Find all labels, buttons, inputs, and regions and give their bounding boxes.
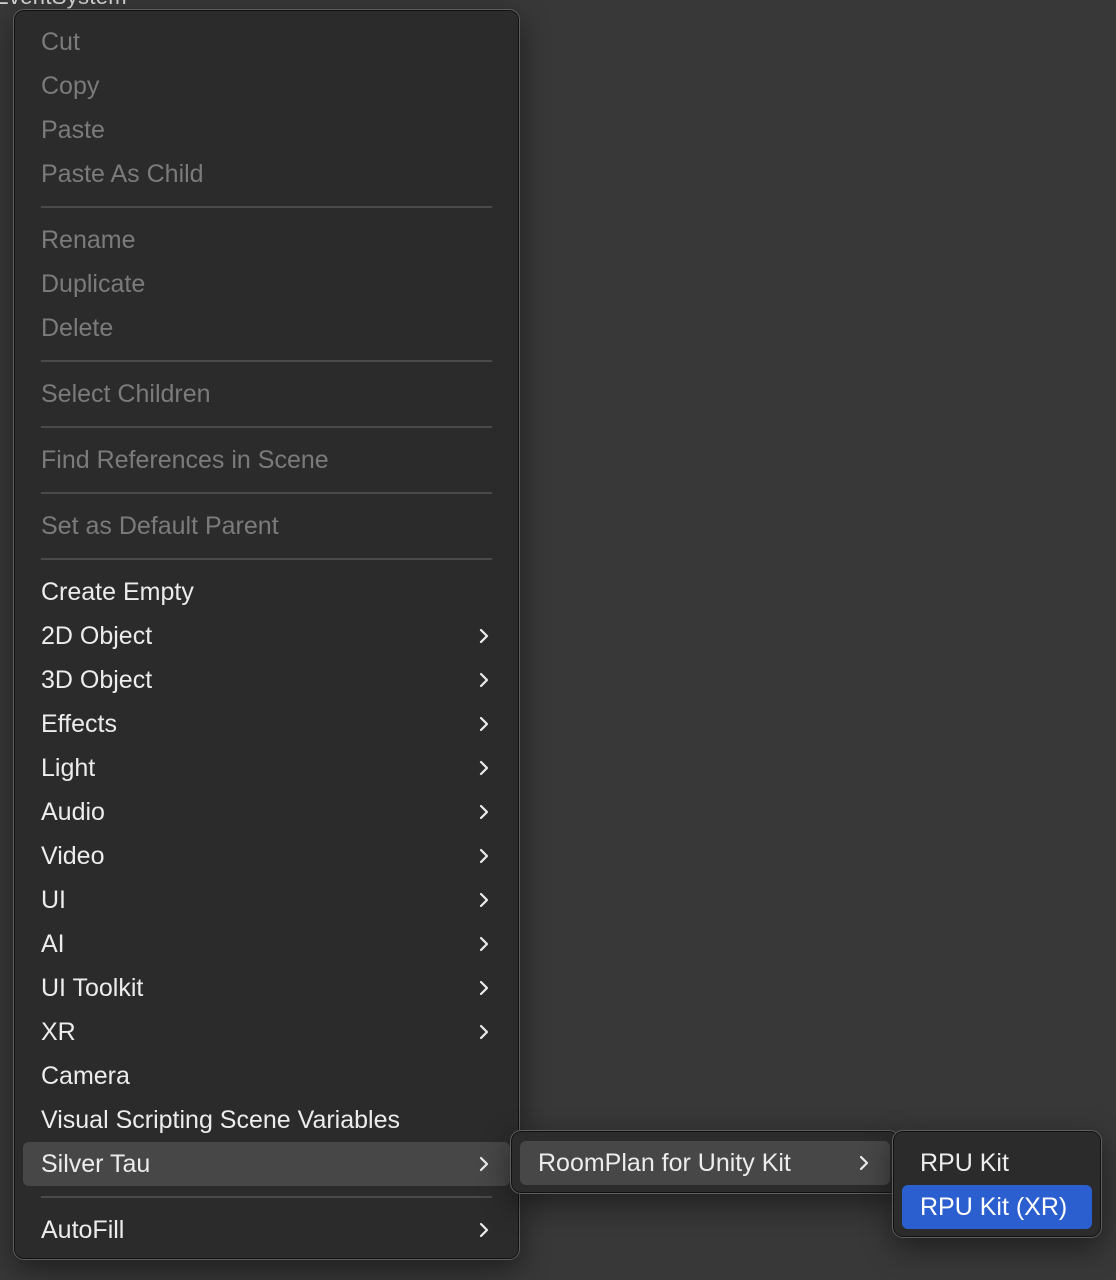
- menu-item-autofill[interactable]: AutoFill: [23, 1208, 510, 1252]
- menu-item-label: Create Empty: [41, 578, 194, 606]
- menu-item-audio[interactable]: Audio: [23, 790, 510, 834]
- menu-item-label: Visual Scripting Scene Variables: [41, 1106, 400, 1134]
- menu-item-ui-toolkit[interactable]: UI Toolkit: [23, 966, 510, 1010]
- menu-item-label: 2D Object: [41, 622, 153, 650]
- menu-item-label: Copy: [41, 72, 100, 100]
- menu-item-label: Cut: [41, 28, 80, 56]
- menu-item-2d-object[interactable]: 2D Object: [23, 614, 510, 658]
- menu-item-paste-as-child: Paste As Child: [23, 152, 510, 196]
- chevron-right-icon: [479, 628, 489, 644]
- menu-item-label: AutoFill: [41, 1216, 125, 1244]
- menu-item-cut: Cut: [23, 20, 510, 64]
- silver-tau-submenu: RoomPlan for Unity Kit: [510, 1130, 900, 1194]
- menu-item-label: RoomPlan for Unity Kit: [538, 1149, 791, 1177]
- menu-item-roomplan-for-unity-kit[interactable]: RoomPlan for Unity Kit: [520, 1141, 890, 1185]
- menu-item-effects[interactable]: Effects: [23, 702, 510, 746]
- chevron-right-icon: [479, 716, 489, 732]
- menu-item-rpu-kit[interactable]: RPU Kit: [902, 1141, 1092, 1185]
- menu-item-create-empty[interactable]: Create Empty: [23, 570, 510, 614]
- menu-separator: [41, 426, 492, 428]
- chevron-right-icon: [479, 892, 489, 908]
- menu-item-rpu-kit-xr[interactable]: RPU Kit (XR): [902, 1185, 1092, 1229]
- chevron-right-icon: [479, 848, 489, 864]
- menu-item-label: Light: [41, 754, 96, 782]
- menu-separator: [41, 558, 492, 560]
- roomplan-kit-submenu: RPU Kit RPU Kit (XR): [892, 1130, 1102, 1238]
- menu-item-ai[interactable]: AI: [23, 922, 510, 966]
- chevron-right-icon: [479, 760, 489, 776]
- menu-item-set-as-default-parent: Set as Default Parent: [23, 504, 510, 548]
- menu-item-silver-tau[interactable]: Silver Tau: [23, 1142, 510, 1186]
- menu-item-label: Video: [41, 842, 105, 870]
- menu-item-3d-object[interactable]: 3D Object: [23, 658, 510, 702]
- menu-item-xr[interactable]: XR: [23, 1010, 510, 1054]
- menu-item-label: AI: [41, 930, 65, 958]
- menu-item-label: Paste: [41, 116, 105, 144]
- menu-item-label: Camera: [41, 1062, 130, 1090]
- menu-item-label: UI: [41, 886, 66, 914]
- menu-separator: [41, 1196, 492, 1198]
- menu-item-label: UI Toolkit: [41, 974, 144, 1002]
- menu-item-copy: Copy: [23, 64, 510, 108]
- menu-item-label: Find References in Scene: [41, 446, 329, 474]
- menu-separator: [41, 360, 492, 362]
- chevron-right-icon: [479, 980, 489, 996]
- menu-item-label: RPU Kit: [920, 1149, 1009, 1177]
- menu-item-camera[interactable]: Camera: [23, 1054, 510, 1098]
- menu-item-label: Audio: [41, 798, 105, 826]
- menu-item-label: Silver Tau: [41, 1150, 151, 1178]
- menu-item-label: RPU Kit (XR): [920, 1193, 1068, 1221]
- menu-item-label: Delete: [41, 314, 114, 342]
- menu-item-delete: Delete: [23, 306, 510, 350]
- menu-item-rename: Rename: [23, 218, 510, 262]
- menu-separator: [41, 492, 492, 494]
- menu-item-label: 3D Object: [41, 666, 153, 694]
- menu-item-label: XR: [41, 1018, 76, 1046]
- menu-item-duplicate: Duplicate: [23, 262, 510, 306]
- chevron-right-icon: [479, 804, 489, 820]
- menu-item-paste: Paste: [23, 108, 510, 152]
- menu-item-video[interactable]: Video: [23, 834, 510, 878]
- chevron-right-icon: [479, 1156, 489, 1172]
- menu-item-label: Set as Default Parent: [41, 512, 279, 540]
- menu-item-label: Select Children: [41, 380, 211, 408]
- chevron-right-icon: [859, 1155, 869, 1171]
- chevron-right-icon: [479, 1222, 489, 1238]
- chevron-right-icon: [479, 1024, 489, 1040]
- hierarchy-context-menu: Cut Copy Paste Paste As Child Rename Duplicat…: [13, 9, 520, 1260]
- menu-item-label: Effects: [41, 710, 117, 738]
- menu-item-select-children: Select Children: [23, 372, 510, 416]
- menu-item-label: Duplicate: [41, 270, 146, 298]
- menu-item-light[interactable]: Light: [23, 746, 510, 790]
- chevron-right-icon: [479, 672, 489, 688]
- menu-separator: [41, 206, 492, 208]
- menu-item-ui[interactable]: UI: [23, 878, 510, 922]
- menu-item-visual-scripting-scene-variables[interactable]: Visual Scripting Scene Variables: [23, 1098, 510, 1142]
- chevron-right-icon: [479, 936, 489, 952]
- menu-item-find-references-in-scene: Find References in Scene: [23, 438, 510, 482]
- menu-item-label: Paste As Child: [41, 160, 204, 188]
- menu-item-label: Rename: [41, 226, 136, 254]
